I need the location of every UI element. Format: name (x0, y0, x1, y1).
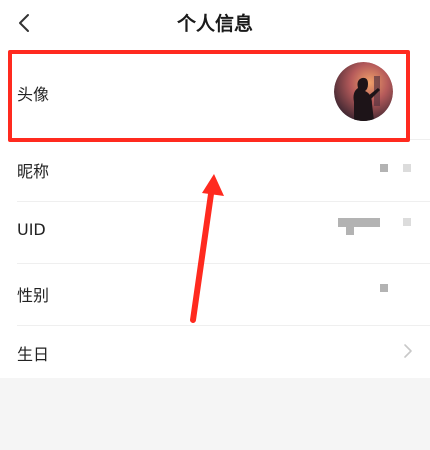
gender-value-redacted (380, 284, 388, 292)
uid-row[interactable]: UID (0, 202, 430, 264)
chevron-right-icon (404, 344, 412, 358)
uid-label: UID (17, 220, 46, 239)
nickname-label: 昵称 (17, 162, 50, 181)
uid-value-redacted (346, 227, 354, 235)
top-navigation-bar: 个人信息 (0, 0, 430, 48)
uid-value-redacted (338, 218, 380, 227)
nickname-row[interactable]: 昵称 (0, 140, 430, 202)
nickname-value-redacted (380, 164, 388, 172)
page-title: 个人信息 (176, 13, 253, 35)
gender-label: 性别 (17, 286, 50, 305)
avatar-highlight-box (8, 50, 410, 142)
gender-row[interactable]: 性别 (0, 264, 430, 326)
birthday-row[interactable]: 生日 (0, 326, 430, 378)
uid-value-redacted (403, 218, 411, 226)
nickname-value-redacted (403, 164, 411, 172)
birthday-label: 生日 (17, 345, 50, 364)
